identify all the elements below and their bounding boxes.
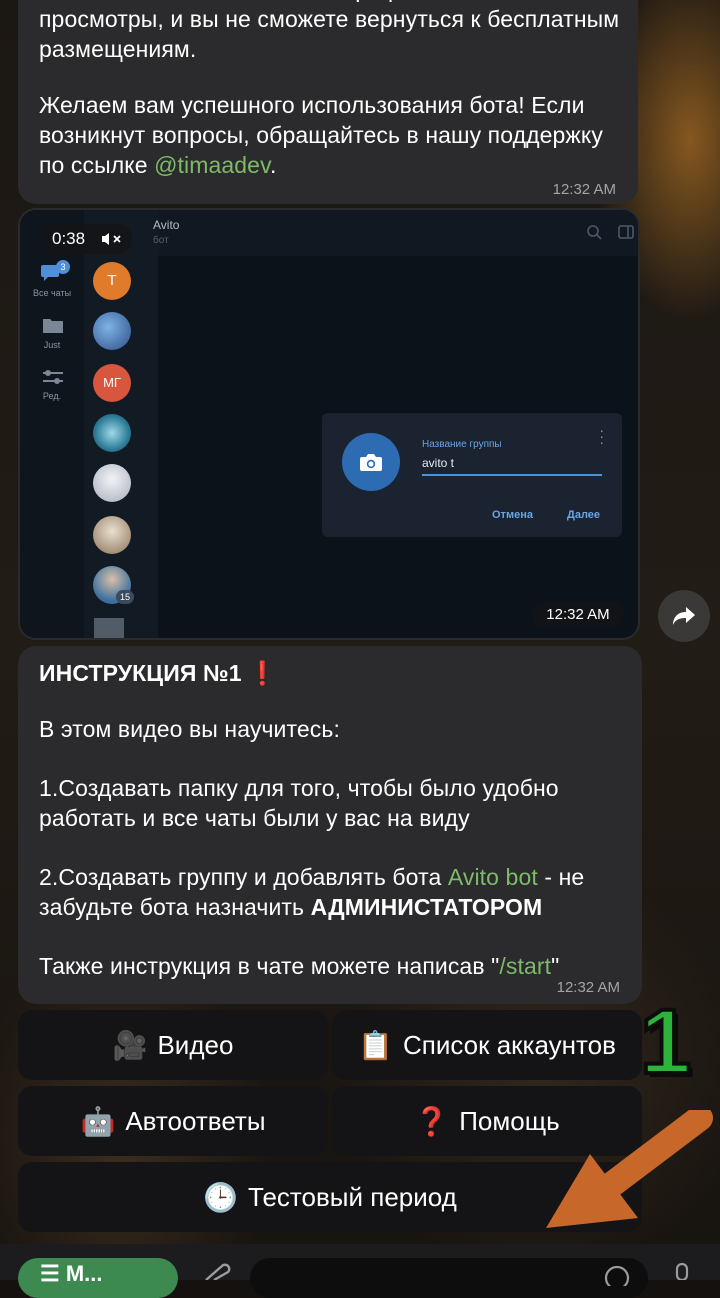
- avatar: [93, 464, 131, 502]
- create-group-dialog: Название группы avito t · · · Отмена Далее: [322, 413, 622, 537]
- rail-label-edit: Ред.: [42, 391, 62, 401]
- sidebar-toggle-icon: [618, 225, 634, 239]
- group-photo-button: [342, 433, 400, 491]
- video-app-title: Avito: [153, 218, 180, 232]
- message-text: вас использовать платный тариф с оплатой…: [39, 0, 620, 62]
- attach-icon[interactable]: [200, 1262, 234, 1280]
- instruction-intro: В этом видео вы научитесь:: [39, 716, 340, 742]
- instruction-step-2: 2.Создавать группу и добавлять бота Avit…: [39, 864, 585, 920]
- forward-button[interactable]: [658, 590, 710, 642]
- message-time: 12:32 AM: [552, 181, 616, 198]
- avatar: T: [93, 262, 131, 300]
- message-bubble-instruction: ИНСТРУКЦИЯ №1 ❗ В этом видео вы научитес…: [18, 646, 642, 1004]
- clipboard-icon: 📋: [358, 1029, 393, 1061]
- share-arrow-icon: [673, 607, 695, 625]
- pointer-arrow-icon: [546, 1110, 713, 1228]
- bot-menu-button[interactable]: ☰ М...: [18, 1258, 178, 1298]
- avatar: [93, 516, 131, 554]
- avatar: [93, 312, 131, 350]
- sliders-icon: [43, 370, 63, 384]
- video-camera-icon: 🎥: [112, 1029, 148, 1061]
- instruction-step-1: 1.Создавать папку для того, чтобы было у…: [39, 775, 559, 831]
- video-time: 12:32 AM: [532, 602, 624, 628]
- message-time: 12:32 AM: [556, 979, 620, 996]
- message-bubble-top: вас использовать платный тариф с оплатой…: [18, 0, 638, 204]
- instruction-footer: Также инструкция в чате можете написав "…: [39, 953, 560, 979]
- start-command-link[interactable]: /start: [499, 953, 551, 979]
- avatar: [93, 414, 131, 452]
- video-chat-header: [158, 210, 638, 256]
- sticker-icon: [604, 1265, 630, 1286]
- group-name-value: avito t: [422, 456, 455, 470]
- avatar: МГ: [93, 364, 131, 402]
- unread-badge: 15: [116, 590, 134, 604]
- group-name-underline: [422, 474, 602, 476]
- clock-icon: 🕒: [203, 1181, 239, 1213]
- bot-mention-link[interactable]: Avito bot: [448, 864, 538, 890]
- instruction-title: ИНСТРУКЦИЯ №1 ❗: [39, 660, 277, 686]
- robot-icon: 🤖: [80, 1105, 116, 1137]
- microphone-icon[interactable]: [670, 1262, 694, 1280]
- video-message[interactable]: 3 Все чаты Just Ред. Avito бот T МГ 15 Н…: [18, 208, 640, 640]
- dialog-cancel-button: Отмена: [492, 509, 533, 521]
- question-icon: ❓: [414, 1105, 450, 1137]
- video-app-subtitle: бот: [153, 235, 169, 246]
- message-input[interactable]: [250, 1258, 648, 1298]
- video-duration[interactable]: 0:38: [40, 224, 132, 254]
- rail-label-just: Just: [43, 340, 61, 350]
- chats-badge: 3: [56, 260, 70, 274]
- keyboard-button-accounts[interactable]: 📋 Список аккаунтов: [332, 1010, 642, 1080]
- more-icon: · · ·: [599, 422, 604, 450]
- muted-icon: [102, 233, 121, 245]
- message-text-2: Желаем вам успешного использования бота!…: [39, 92, 603, 178]
- avatar-partial: [94, 618, 124, 638]
- group-name-label: Название группы: [422, 439, 502, 450]
- dialog-next-button: Далее: [567, 509, 601, 521]
- rail-label-all: Все чаты: [32, 288, 72, 298]
- search-icon: [587, 225, 602, 240]
- keyboard-button-autoreplies[interactable]: 🤖 Автоответы: [18, 1086, 328, 1156]
- camera-icon: [360, 454, 382, 471]
- support-link[interactable]: @timaadev: [154, 152, 270, 178]
- keyboard-button-video[interactable]: 🎥 Видео: [18, 1010, 328, 1080]
- video-app-sidebar: 3 Все чаты Just Ред.: [20, 210, 84, 638]
- overlay-number: 1: [638, 989, 693, 1095]
- folder-icon: [43, 319, 63, 333]
